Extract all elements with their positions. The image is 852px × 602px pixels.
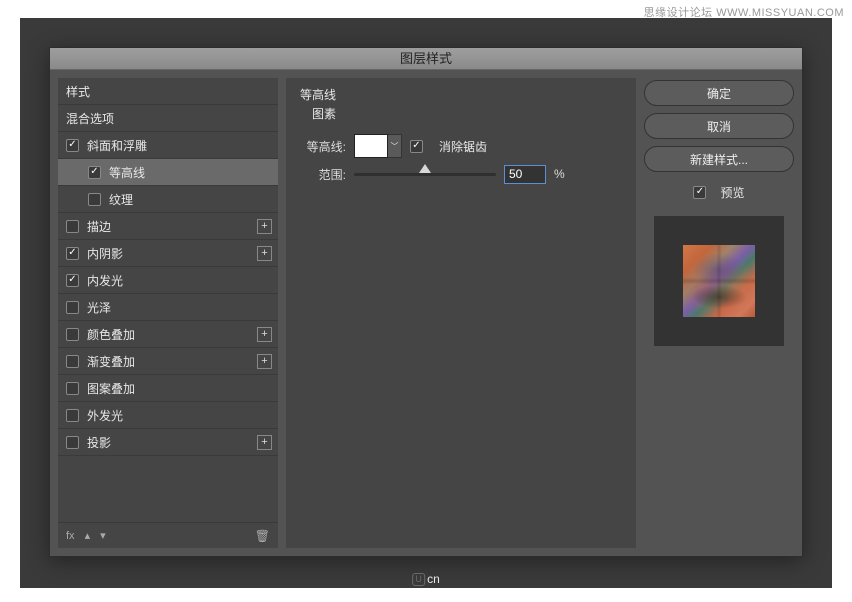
percent-label: % xyxy=(554,167,565,181)
style-item-label: 内发光 xyxy=(87,272,123,289)
settings-panel: 等高线 图素 等高线: ﹀ 消除锯齿 范围: xyxy=(286,78,636,548)
trash-icon[interactable]: 🗑 xyxy=(255,529,270,543)
blend-options-label: 混合选项 xyxy=(66,110,114,127)
contour-thumb-icon xyxy=(354,134,388,158)
style-item-label: 纹理 xyxy=(109,191,133,208)
style-item-label: 斜面和浮雕 xyxy=(87,137,147,154)
footer-logo: Ucn xyxy=(412,572,440,586)
contour-picker[interactable]: ﹀ xyxy=(354,134,402,158)
style-item-label: 投影 xyxy=(87,434,111,451)
style-item-satin[interactable]: 光泽 xyxy=(58,294,278,321)
style-item-label: 描边 xyxy=(87,218,111,235)
checkbox-icon[interactable] xyxy=(66,220,79,233)
watermark-text: 思缘设计论坛 WWW.MISSYUAN.COM xyxy=(644,4,844,20)
preview-checkbox[interactable] xyxy=(693,186,706,199)
chevron-down-icon[interactable]: ﹀ xyxy=(388,134,402,158)
plus-icon[interactable]: + xyxy=(257,435,272,450)
plus-icon[interactable]: + xyxy=(257,327,272,342)
style-item-label: 等高线 xyxy=(109,164,145,181)
style-item-inner-shadow[interactable]: 内阴影 + xyxy=(58,240,278,267)
range-field: 范围: % xyxy=(300,160,622,188)
style-item-gradient-overlay[interactable]: 渐变叠加 + xyxy=(58,348,278,375)
group-title: 等高线 xyxy=(300,86,622,103)
plus-icon[interactable]: + xyxy=(257,219,272,234)
spacer xyxy=(58,456,278,522)
panel-footer: fx ▴ ▾ 🗑 xyxy=(58,522,278,548)
plus-icon[interactable]: + xyxy=(257,246,272,261)
new-style-button[interactable]: 新建样式... xyxy=(644,146,794,172)
style-item-label: 渐变叠加 xyxy=(87,353,135,370)
preview-label: 预览 xyxy=(720,184,744,201)
checkbox-icon[interactable] xyxy=(66,436,79,449)
anti-alias-label: 消除锯齿 xyxy=(439,138,487,155)
logo-icon: U xyxy=(412,573,425,586)
style-item-pattern-overlay[interactable]: 图案叠加 xyxy=(58,375,278,402)
style-item-contour[interactable]: 等高线 xyxy=(58,159,278,186)
layer-style-dialog: 图层样式 样式 混合选项 斜面和浮雕 等高线 纹理 描边 + 内阴影 + 内发光 光… xyxy=(49,47,803,557)
outer-frame: 图层样式 样式 混合选项 斜面和浮雕 等高线 纹理 描边 + 内阴影 + 内发光 光… xyxy=(20,18,832,588)
range-slider[interactable] xyxy=(354,166,496,182)
checkbox-icon[interactable] xyxy=(66,139,79,152)
checkbox-icon[interactable] xyxy=(88,166,101,179)
style-item-outer-glow[interactable]: 外发光 xyxy=(58,402,278,429)
style-item-stroke[interactable]: 描边 + xyxy=(58,213,278,240)
cancel-button[interactable]: 取消 xyxy=(644,113,794,139)
style-item-label: 颜色叠加 xyxy=(87,326,135,343)
checkbox-icon[interactable] xyxy=(66,382,79,395)
styles-panel: 样式 混合选项 斜面和浮雕 等高线 纹理 描边 + 内阴影 + 内发光 光泽 颜色叠… xyxy=(58,78,278,548)
preview-swatch xyxy=(683,245,755,317)
dialog-titlebar: 图层样式 xyxy=(50,48,802,70)
checkbox-icon[interactable] xyxy=(88,193,101,206)
plus-icon[interactable]: + xyxy=(257,354,272,369)
style-item-label: 内阴影 xyxy=(87,245,123,262)
range-input[interactable] xyxy=(504,165,546,184)
range-label: 范围: xyxy=(300,166,346,183)
style-item-drop-shadow[interactable]: 投影 + xyxy=(58,429,278,456)
ok-button[interactable]: 确定 xyxy=(644,80,794,106)
preview-toggle[interactable]: 预览 xyxy=(644,179,794,205)
styles-header-label: 样式 xyxy=(66,83,90,100)
contour-field: 等高线: ﹀ 消除锯齿 xyxy=(300,132,622,160)
checkbox-icon[interactable] xyxy=(66,328,79,341)
checkbox-icon[interactable] xyxy=(66,301,79,314)
style-item-inner-glow[interactable]: 内发光 xyxy=(58,267,278,294)
dialog-body: 样式 混合选项 斜面和浮雕 等高线 纹理 描边 + 内阴影 + 内发光 光泽 颜色叠… xyxy=(50,70,802,556)
anti-alias-checkbox[interactable] xyxy=(410,140,423,153)
style-item-label: 外发光 xyxy=(87,407,123,424)
contour-label: 等高线: xyxy=(300,138,346,155)
style-item-label: 光泽 xyxy=(87,299,111,316)
footer-text: cn xyxy=(427,572,440,586)
arrow-up-icon[interactable]: ▴ xyxy=(85,529,91,542)
style-item-label: 图案叠加 xyxy=(87,380,135,397)
checkbox-icon[interactable] xyxy=(66,274,79,287)
action-panel: 确定 取消 新建样式... 预览 xyxy=(644,78,794,548)
style-item-texture[interactable]: 纹理 xyxy=(58,186,278,213)
blend-options-header[interactable]: 混合选项 xyxy=(58,105,278,132)
checkbox-icon[interactable] xyxy=(66,247,79,260)
slider-thumb-icon[interactable] xyxy=(419,164,431,173)
checkbox-icon[interactable] xyxy=(66,409,79,422)
group-subtitle: 图素 xyxy=(300,105,622,122)
arrow-down-icon[interactable]: ▾ xyxy=(100,529,106,542)
styles-header[interactable]: 样式 xyxy=(58,78,278,105)
checkbox-icon[interactable] xyxy=(66,355,79,368)
preview-box xyxy=(654,216,784,346)
style-item-bevel[interactable]: 斜面和浮雕 xyxy=(58,132,278,159)
fx-icon[interactable]: fx xyxy=(66,530,75,542)
style-item-color-overlay[interactable]: 颜色叠加 + xyxy=(58,321,278,348)
